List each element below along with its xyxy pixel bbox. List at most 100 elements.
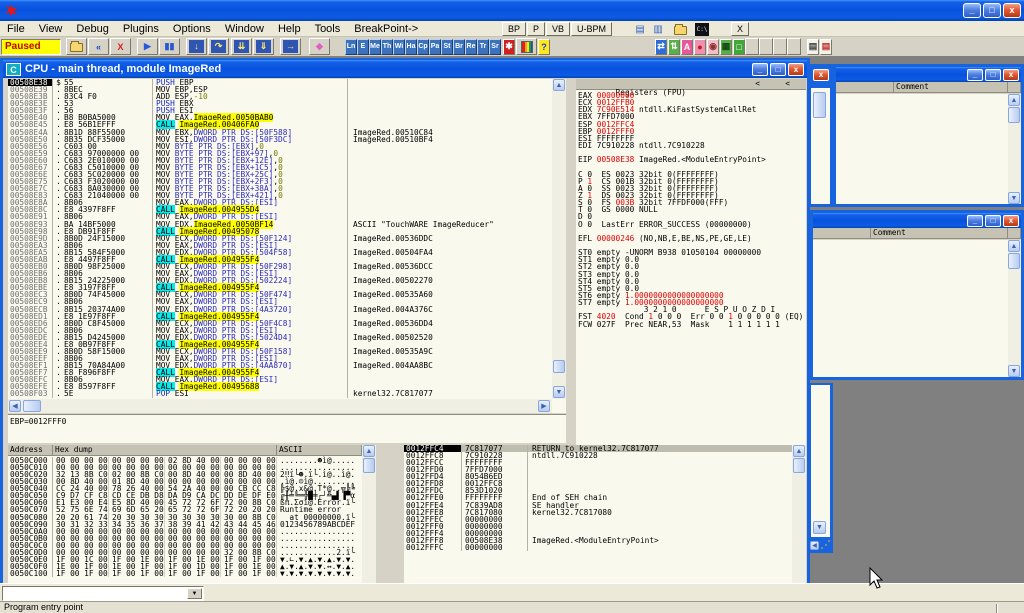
- folder-icon[interactable]: [673, 23, 687, 36]
- window-button-ln[interactable]: Ln: [345, 39, 357, 55]
- spiral-icon[interactable]: ◉: [707, 39, 719, 55]
- subwin-vscroll-thumb[interactable]: [1008, 253, 1020, 269]
- register-line[interactable]: T 0 GS 0000 NULL: [578, 206, 804, 213]
- menu-button-vb[interactable]: VB: [546, 22, 570, 36]
- keyboard-icon[interactable]: ▦: [720, 39, 732, 55]
- registers-header-mark[interactable]: <: [785, 79, 790, 88]
- console-icon[interactable]: C:\: [695, 23, 709, 36]
- stack-row[interactable]: 0012FFF800508E38ImageRed.<ModuleEntryPoi…: [404, 537, 792, 544]
- scroll-up-icon[interactable]: ▲: [553, 79, 565, 91]
- stack-row[interactable]: 0012FFCCFFFFFFFF: [404, 459, 792, 466]
- window-button-re[interactable]: Re: [465, 39, 477, 55]
- dump-column-header[interactable]: Address: [8, 445, 53, 456]
- subwin-minimize-button[interactable]: _: [967, 215, 983, 227]
- column-header[interactable]: [836, 82, 894, 93]
- disasm-row[interactable]: 00508E9D.8B0D 24F15000MOV ECX,DWORD PTR …: [8, 235, 552, 242]
- subwin-close-button[interactable]: x: [1003, 215, 1019, 227]
- list-marked-icon[interactable]: ▤: [820, 39, 832, 55]
- registers-header-mark[interactable]: <: [755, 79, 760, 88]
- scroll-up-icon[interactable]: ▲: [793, 445, 805, 457]
- stack-row[interactable]: 0012FFC87C910228ntdll.7C910228: [404, 452, 792, 459]
- stack-row[interactable]: 0012FFD80012FFC8: [404, 480, 792, 487]
- window-button-e[interactable]: E: [357, 39, 369, 55]
- window-button-cp[interactable]: Cp: [417, 39, 429, 55]
- disasm-row[interactable]: 00508ED6.8B0D C8F45000MOV ECX,DWORD PTR …: [8, 320, 552, 327]
- stack-row[interactable]: 0012FFC47C817077RETURN to kernel32.7C817…: [404, 445, 792, 452]
- comment-window-top-titlebar[interactable]: _ □ x: [836, 67, 1021, 82]
- subwin-vscrollbar[interactable]: ▲ ▼: [1008, 94, 1021, 204]
- stack-row[interactable]: 0012FFE87C817080kernel32.7C817080: [404, 509, 792, 516]
- dump-column-header[interactable]: Hex dump: [53, 445, 277, 456]
- window-button-me[interactable]: Me: [369, 39, 381, 55]
- menu-breakpoint[interactable]: BreakPoint->: [347, 22, 425, 36]
- stack-row[interactable]: 0012FFEC00000000: [404, 516, 792, 523]
- menu-plugins[interactable]: Plugins: [116, 22, 166, 36]
- scroll-left-icon[interactable]: ◀: [9, 400, 21, 412]
- menu-debug[interactable]: Debug: [69, 22, 115, 36]
- sort-icon[interactable]: ⇅: [668, 39, 680, 55]
- dump-column-header[interactable]: ASCII: [277, 445, 362, 456]
- subwin-vscroll-thumb[interactable]: [1008, 107, 1020, 123]
- disasm-vscrollbar[interactable]: ▲ ▼: [552, 79, 566, 399]
- disasm-row[interactable]: 00508E8C.E8 4397F8FFCALL ImageRed.004955…: [8, 206, 552, 213]
- disasm-hscroll-thumb[interactable]: [23, 400, 41, 412]
- scroll-up-icon[interactable]: ▲: [1008, 240, 1020, 252]
- disasm-row[interactable]: 00508EE9.8B0D 58F15000MOV ECX,DWORD PTR …: [8, 348, 552, 355]
- close-button[interactable]: x: [1003, 3, 1021, 18]
- disasm-row[interactable]: 00508E83.C683 21040000 00MOV BYTE PTR DS…: [8, 192, 552, 199]
- stack-vscrollbar[interactable]: ▲: [792, 445, 806, 583]
- stack-row[interactable]: 0012FFD48054B6ED: [404, 473, 792, 480]
- comment-column-header[interactable]: Comment: [871, 228, 1008, 239]
- font-icon[interactable]: A: [681, 39, 693, 55]
- combobox-dropdown-icon[interactable]: ▼: [187, 588, 202, 599]
- document-icon[interactable]: ▥: [651, 23, 665, 36]
- disasm-row[interactable]: 00508E38$55PUSH EBP: [8, 79, 552, 86]
- options-gear-icon[interactable]: ✱: [503, 39, 515, 55]
- disasm-row[interactable]: 00508EF7.E8 F896F8FFCALL ImageRed.004955…: [8, 369, 552, 376]
- notes-icon[interactable]: ▤: [633, 23, 647, 36]
- step-over-icon[interactable]: ↷: [208, 38, 229, 55]
- menu-button-ubpm[interactable]: U-BPM: [571, 22, 612, 36]
- minimize-button[interactable]: _: [963, 3, 981, 18]
- execute-till-return-icon[interactable]: →: [280, 38, 301, 55]
- subwin-minimize-button[interactable]: _: [967, 69, 983, 81]
- menu-window[interactable]: Window: [218, 22, 271, 36]
- covered-window-close-button[interactable]: x: [813, 69, 829, 81]
- comment-window-middle-titlebar[interactable]: _ □ x: [813, 213, 1021, 228]
- cpu-titlebar[interactable]: C CPU - main thread, module ImageRed _ □…: [3, 60, 807, 78]
- column-header[interactable]: [813, 228, 871, 239]
- scroll-right-icon[interactable]: ▶: [538, 400, 550, 412]
- disasm-row[interactable]: 00508EB0.8B0D 98F25000MOV ECX,DWORD PTR …: [8, 263, 552, 270]
- stack-row[interactable]: 0012FFE0FFFFFFFFEnd of SEH chain: [404, 494, 792, 501]
- command-combobox[interactable]: ▼: [2, 586, 204, 601]
- cpu-maximize-button[interactable]: □: [770, 63, 786, 76]
- stack-row[interactable]: 0012FFD07FFD7000: [404, 466, 792, 473]
- pause-icon[interactable]: ▮▮: [159, 38, 180, 55]
- window-button-br[interactable]: Br: [453, 39, 465, 55]
- window-icon[interactable]: □: [733, 39, 745, 55]
- stack-row[interactable]: 0012FFF000000000: [404, 523, 792, 530]
- disasm-row[interactable]: 00508EFE.E8 8597F8FFCALL ImageRed.004956…: [8, 383, 552, 390]
- appearance-icon[interactable]: [516, 38, 537, 55]
- dump-row[interactable]: 0050C1001F 00 1F 001F 00 1F 001F 00 1F 0…: [8, 570, 362, 577]
- go-to-icon[interactable]: ◆: [309, 38, 330, 55]
- restart-icon[interactable]: «: [88, 38, 109, 55]
- disasm-row[interactable]: 00508E3B.83C4 F0ADD ESP,-10: [8, 93, 552, 100]
- covered-window-scroll-thumb[interactable]: [813, 92, 826, 118]
- step-into-icon[interactable]: ↓: [186, 38, 207, 55]
- menu-close-bar-button[interactable]: X: [731, 22, 749, 36]
- animate-into-icon[interactable]: ⇊: [231, 38, 252, 55]
- close-program-icon[interactable]: X: [110, 38, 131, 55]
- disasm-row[interactable]: 00508F03.5EPOP ESIkernel32.7C817077: [8, 390, 552, 397]
- window-button-tr[interactable]: Tr: [477, 39, 489, 55]
- swap-icon[interactable]: ⇄: [655, 39, 667, 55]
- window-button-th[interactable]: Th: [381, 39, 393, 55]
- toolbar-blank-button[interactable]: [759, 38, 773, 55]
- menu-button-bp[interactable]: BP: [502, 22, 526, 36]
- run-icon[interactable]: ▶: [137, 38, 158, 55]
- disasm-vscroll-thumb[interactable]: [553, 360, 565, 373]
- disasm-hscrollbar[interactable]: ◀ ▶: [8, 399, 552, 413]
- subwin-close-button[interactable]: x: [1003, 69, 1019, 81]
- menu-button-p[interactable]: P: [527, 22, 545, 36]
- scroll-left-icon[interactable]: ◀: [810, 541, 819, 550]
